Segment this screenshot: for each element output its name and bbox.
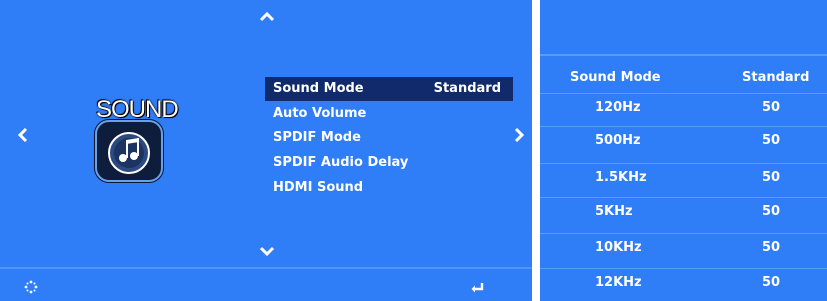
menu-item-label: SPDIF Audio Delay	[273, 155, 409, 170]
eq-band-label: 10KHz	[595, 240, 642, 255]
chevron-left-icon[interactable]	[18, 128, 28, 142]
page-title: SOUND	[96, 96, 179, 123]
eq-band-value: 50	[762, 240, 781, 255]
eq-band-value: 50	[762, 170, 781, 185]
eq-header-value: Standard	[742, 70, 810, 85]
eq-band-label: 1.5KHz	[595, 170, 647, 185]
eq-band-label: 120Hz	[595, 100, 641, 115]
menu-item-hdmi-sound[interactable]: HDMI Sound	[265, 176, 513, 200]
eq-band-label: 12KHz	[595, 275, 642, 290]
eq-band-value: 50	[762, 133, 781, 148]
eq-band-value: 50	[762, 100, 781, 115]
eq-band-row[interactable]: 10KHz 50	[540, 233, 827, 262]
menu-item-label: HDMI Sound	[273, 180, 364, 195]
eq-band-value: 50	[762, 275, 781, 290]
eq-band-row[interactable]: 500Hz 50	[540, 126, 827, 155]
eq-band-row[interactable]: 120Hz 50	[540, 93, 827, 122]
sound-menu-panel: SOUND Sound Mode Standard Auto Volume SP…	[0, 0, 532, 301]
eq-band-label: 5KHz	[595, 204, 633, 219]
menu-item-auto-volume[interactable]: Auto Volume	[265, 102, 513, 126]
eq-band-row[interactable]: 1.5KHz 50	[540, 163, 827, 192]
menu-item-sound-mode[interactable]: Sound Mode Standard	[265, 77, 513, 101]
eq-sound-mode-row[interactable]: Sound Mode Standard	[540, 64, 827, 92]
menu-item-label: Auto Volume	[273, 106, 367, 121]
eq-band-label: 500Hz	[595, 133, 641, 148]
menu-item-value: Standard	[433, 81, 501, 96]
enter-icon[interactable]	[470, 279, 484, 298]
move-icon	[24, 279, 38, 298]
menu-item-spdif-audio-delay[interactable]: SPDIF Audio Delay	[265, 151, 513, 175]
chevron-down-icon[interactable]	[260, 246, 274, 256]
bottom-bar	[0, 267, 532, 301]
menu-item-spdif-mode[interactable]: SPDIF Mode	[265, 126, 513, 150]
eq-band-value: 50	[762, 204, 781, 219]
eq-band-row[interactable]: 12KHz 50	[540, 268, 827, 301]
eq-band-row[interactable]: 5KHz 50	[540, 197, 827, 226]
chevron-up-icon[interactable]	[260, 12, 274, 22]
panel-header	[540, 0, 827, 56]
menu-item-label: Sound Mode	[273, 81, 364, 96]
menu-item-label: SPDIF Mode	[273, 130, 361, 145]
music-note-icon	[95, 120, 163, 182]
equalizer-panel: Sound Mode Standard 120Hz 50 500Hz 50 1.…	[540, 0, 827, 301]
eq-header-label: Sound Mode	[570, 70, 661, 85]
chevron-right-icon[interactable]	[514, 128, 524, 142]
